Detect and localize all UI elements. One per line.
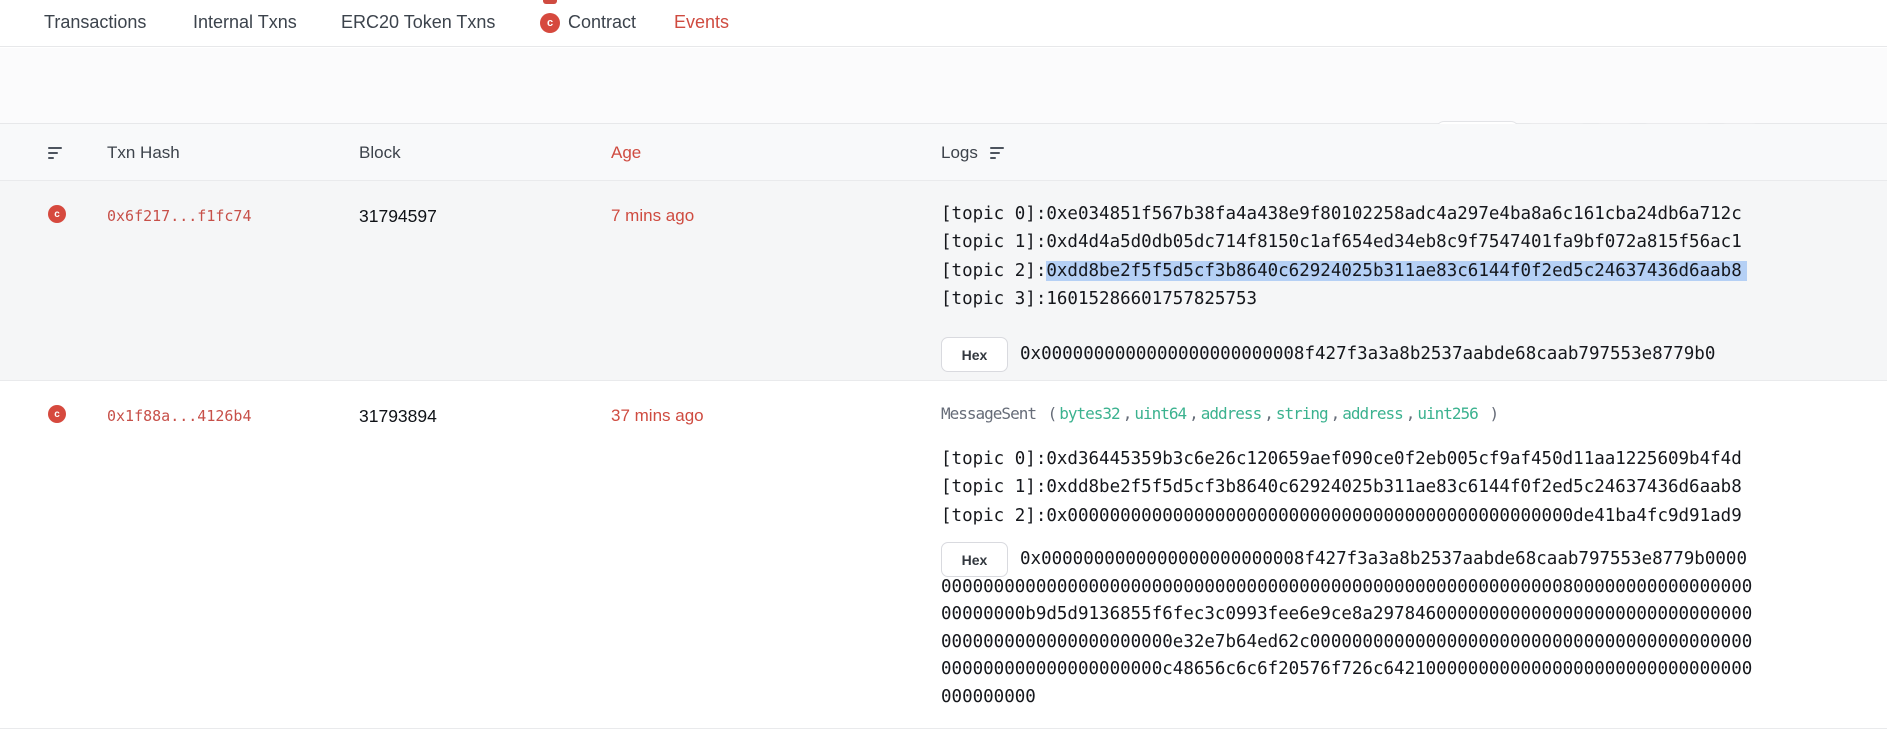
table-row: c 0x6f217...f1fc74 31794597 7 mins ago [… [0, 181, 1887, 381]
topic-value: 0xd4d4a5d0db05dc714f8150c1af654ed34eb8c9… [1046, 232, 1741, 252]
age-value: 37 mins ago [611, 406, 704, 426]
hex-data-block: Hex 0x0000000000000000000000008f427f3a3a… [941, 337, 1755, 372]
column-header-logs: Logs [941, 143, 978, 163]
contract-badge-icon: c [48, 405, 66, 423]
topic-value: 16015286601757825753 [1046, 289, 1257, 309]
topic-label: [topic 1]: [941, 232, 1046, 252]
hex-toggle-button[interactable]: Hex [941, 542, 1008, 577]
event-param-type[interactable]: uint64 [1134, 404, 1186, 423]
topic-label: [topic 2]: [941, 506, 1046, 526]
block-number: 31793894 [359, 406, 437, 427]
topic-label: [topic 0]: [941, 204, 1046, 224]
event-signature: MessageSent (bytes32,uint64,address,stri… [941, 404, 1501, 423]
logs-filter-icon[interactable] [990, 147, 1005, 160]
tab-internal-txns[interactable]: Internal Txns [193, 12, 297, 33]
filter-icon[interactable] [48, 147, 63, 160]
block-number: 31794597 [359, 206, 437, 227]
topic-line: [topic 0]:0xd36445359b3c6e26c120659aef09… [941, 445, 1755, 473]
column-header-age[interactable]: Age [611, 143, 641, 163]
tab-events[interactable]: Events [674, 12, 729, 33]
topic-value: 0xdd8be2f5f5d5cf3b8640c62924025b311ae83c… [1046, 477, 1741, 497]
event-param-type[interactable]: address [1201, 404, 1261, 423]
topic-value: 0xe034851f567b38fa4a438e9f80102258adc4a2… [1046, 204, 1741, 224]
event-param-type[interactable]: address [1342, 404, 1402, 423]
topic-line: [topic 1]:0xdd8be2f5f5d5cf3b8640c6292402… [941, 473, 1755, 501]
topic-label: [topic 2]: [941, 261, 1046, 281]
txn-hash-link[interactable]: 0x6f217...f1fc74 [107, 207, 252, 225]
paren-close: ) [1489, 404, 1498, 423]
log-data-hex: 0x0000000000000000000000008f427f3a3a8b25… [941, 542, 1755, 712]
topic-label: [topic 0]: [941, 449, 1046, 469]
contract-header-bar: Contract › 0x5e67eA6d6f290F857c1888204b7… [0, 48, 1887, 124]
topic-value: 0x00000000000000000000000000000000000000… [1046, 506, 1741, 526]
contract-badge-icon: c [48, 205, 66, 223]
topics-list: [topic 0]:0xd36445359b3c6e26c120659aef09… [941, 445, 1755, 530]
event-param-type[interactable]: uint256 [1417, 404, 1477, 423]
topic-line: [topic 3]:16015286601757825753 [941, 285, 1755, 313]
tab-contract-label: Contract [568, 12, 636, 33]
comma: , [1331, 404, 1340, 423]
comma: , [1264, 404, 1273, 423]
topic-line: [topic 0]:0xe034851f567b38fa4a438e9f8010… [941, 200, 1755, 228]
event-param-type[interactable]: string [1276, 404, 1328, 423]
tab-erc20-token-txns[interactable]: ERC20 Token Txns [341, 12, 495, 33]
column-header-txn-hash: Txn Hash [107, 143, 180, 163]
topic-line: [topic 1]:0xd4d4a5d0db05dc714f8150c1af65… [941, 228, 1755, 256]
table-row: c 0x1f88a...4126b4 31793894 37 mins ago … [0, 382, 1887, 729]
comma: , [1406, 404, 1415, 423]
txn-hash-link[interactable]: 0x1f88a...4126b4 [107, 407, 252, 425]
column-header-block: Block [359, 143, 401, 163]
cutoff-red-indicator [543, 0, 557, 4]
tab-contract[interactable]: c Contract [540, 12, 636, 33]
topic-label: [topic 3]: [941, 289, 1046, 309]
topic-value: 0xd36445359b3c6e26c120659aef090ce0f2eb00… [1046, 449, 1741, 469]
topics-list: [topic 0]:0xe034851f567b38fa4a438e9f8010… [941, 200, 1755, 313]
comma: , [1123, 404, 1132, 423]
hex-data-block: Hex 0x0000000000000000000000008f427f3a3a… [941, 542, 1755, 712]
comma: , [1189, 404, 1198, 423]
topic-label: [topic 1]: [941, 477, 1046, 497]
log-data-hex: 0x0000000000000000000000008f427f3a3a8b25… [941, 337, 1755, 372]
table-header: Txn Hash Block Age Logs [0, 124, 1887, 181]
topic-value-selected: 0xdd8be2f5f5d5cf3b8640c62924025b311ae83c… [1046, 261, 1746, 281]
hex-toggle-button[interactable]: Hex [941, 337, 1008, 372]
paren-open: ( [1048, 404, 1057, 423]
age-value: 7 mins ago [611, 206, 694, 226]
tab-transactions[interactable]: Transactions [44, 12, 146, 33]
tab-bar: Transactions Internal Txns ERC20 Token T… [0, 0, 1887, 47]
topic-line: [topic 2]:0xdd8be2f5f5d5cf3b8640c6292402… [941, 257, 1755, 285]
contract-badge-icon: c [540, 13, 560, 33]
event-param-type[interactable]: bytes32 [1059, 404, 1119, 423]
topic-line: [topic 2]:0x0000000000000000000000000000… [941, 502, 1755, 530]
event-name: MessageSent [941, 404, 1036, 423]
